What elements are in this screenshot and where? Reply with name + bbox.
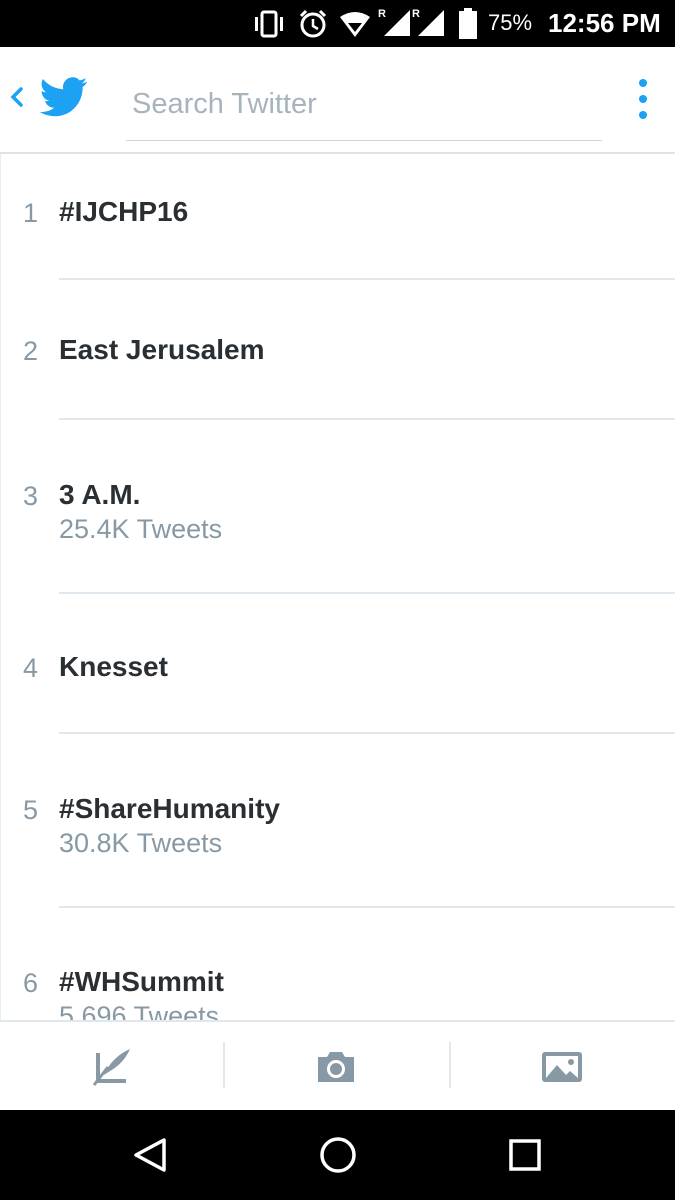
trend-rank: 6 [23, 968, 39, 998]
trend-rank: 2 [23, 336, 39, 366]
clock: 12:56 PM [548, 8, 661, 38]
compose-tweet-button[interactable] [62, 1042, 162, 1092]
compose-tweet-icon [92, 1049, 130, 1086]
trend-name: #IJCHP16 [59, 196, 189, 227]
trend-item[interactable]: 6 #WHSummit 5,696 Tweets [1, 908, 675, 1020]
trend-rank: 5 [23, 795, 39, 825]
gallery-icon [542, 1052, 582, 1082]
trend-name: #WHSummit [59, 966, 224, 997]
toolbar-separator [449, 1042, 451, 1088]
twitter-bird-icon[interactable] [40, 77, 88, 117]
overflow-menu-icon[interactable] [632, 77, 654, 121]
signal-icon: R [378, 8, 410, 36]
trend-rank: 1 [23, 198, 39, 228]
compose-toolbar [0, 1020, 675, 1112]
trend-tweet-count: 30.8K Tweets [59, 828, 223, 858]
toolbar-separator [223, 1042, 225, 1088]
alarm-icon [299, 9, 327, 38]
battery-icon [459, 8, 477, 39]
trend-name: 3 A.M. [59, 479, 141, 510]
svg-text:R: R [378, 8, 386, 20]
wifi-icon [340, 12, 370, 37]
home-circle-icon[interactable] [318, 1135, 358, 1175]
trends-list: 1 #IJCHP16 2 East Jerusalem 3 3 A.M. 25.… [0, 154, 675, 1020]
back-icon[interactable] [9, 83, 25, 111]
gallery-button[interactable] [512, 1042, 612, 1092]
app-header [0, 47, 675, 154]
trend-name: East Jerusalem [59, 334, 265, 365]
battery-percent: 75% [488, 10, 533, 35]
recents-square-icon[interactable] [505, 1135, 545, 1175]
svg-text:R: R [412, 8, 420, 20]
vibrate-icon [255, 10, 283, 38]
trend-item[interactable]: 3 3 A.M. 25.4K Tweets [1, 420, 675, 594]
trend-tweet-count: 5,696 Tweets [59, 1001, 220, 1020]
trend-item[interactable]: 4 Knesset [1, 594, 675, 734]
trend-rank: 3 [23, 481, 39, 511]
signal-icon: R [412, 8, 444, 36]
trend-rank: 4 [23, 653, 39, 683]
trend-item[interactable]: 5 #ShareHumanity 30.8K Tweets [1, 734, 675, 908]
trend-name: #ShareHumanity [59, 793, 280, 824]
trend-item[interactable]: 1 #IJCHP16 [1, 154, 675, 280]
search-input[interactable] [126, 69, 602, 141]
trend-tweet-count: 25.4K Tweets [59, 514, 223, 544]
trend-item[interactable]: 2 East Jerusalem [1, 280, 675, 420]
trend-name: Knesset [59, 651, 168, 682]
status-bar: R R 75% 12:56 PM [0, 0, 675, 47]
system-nav-bar [0, 1110, 675, 1200]
camera-icon [318, 1052, 354, 1082]
back-triangle-icon[interactable] [130, 1135, 170, 1175]
camera-button[interactable] [286, 1042, 386, 1092]
